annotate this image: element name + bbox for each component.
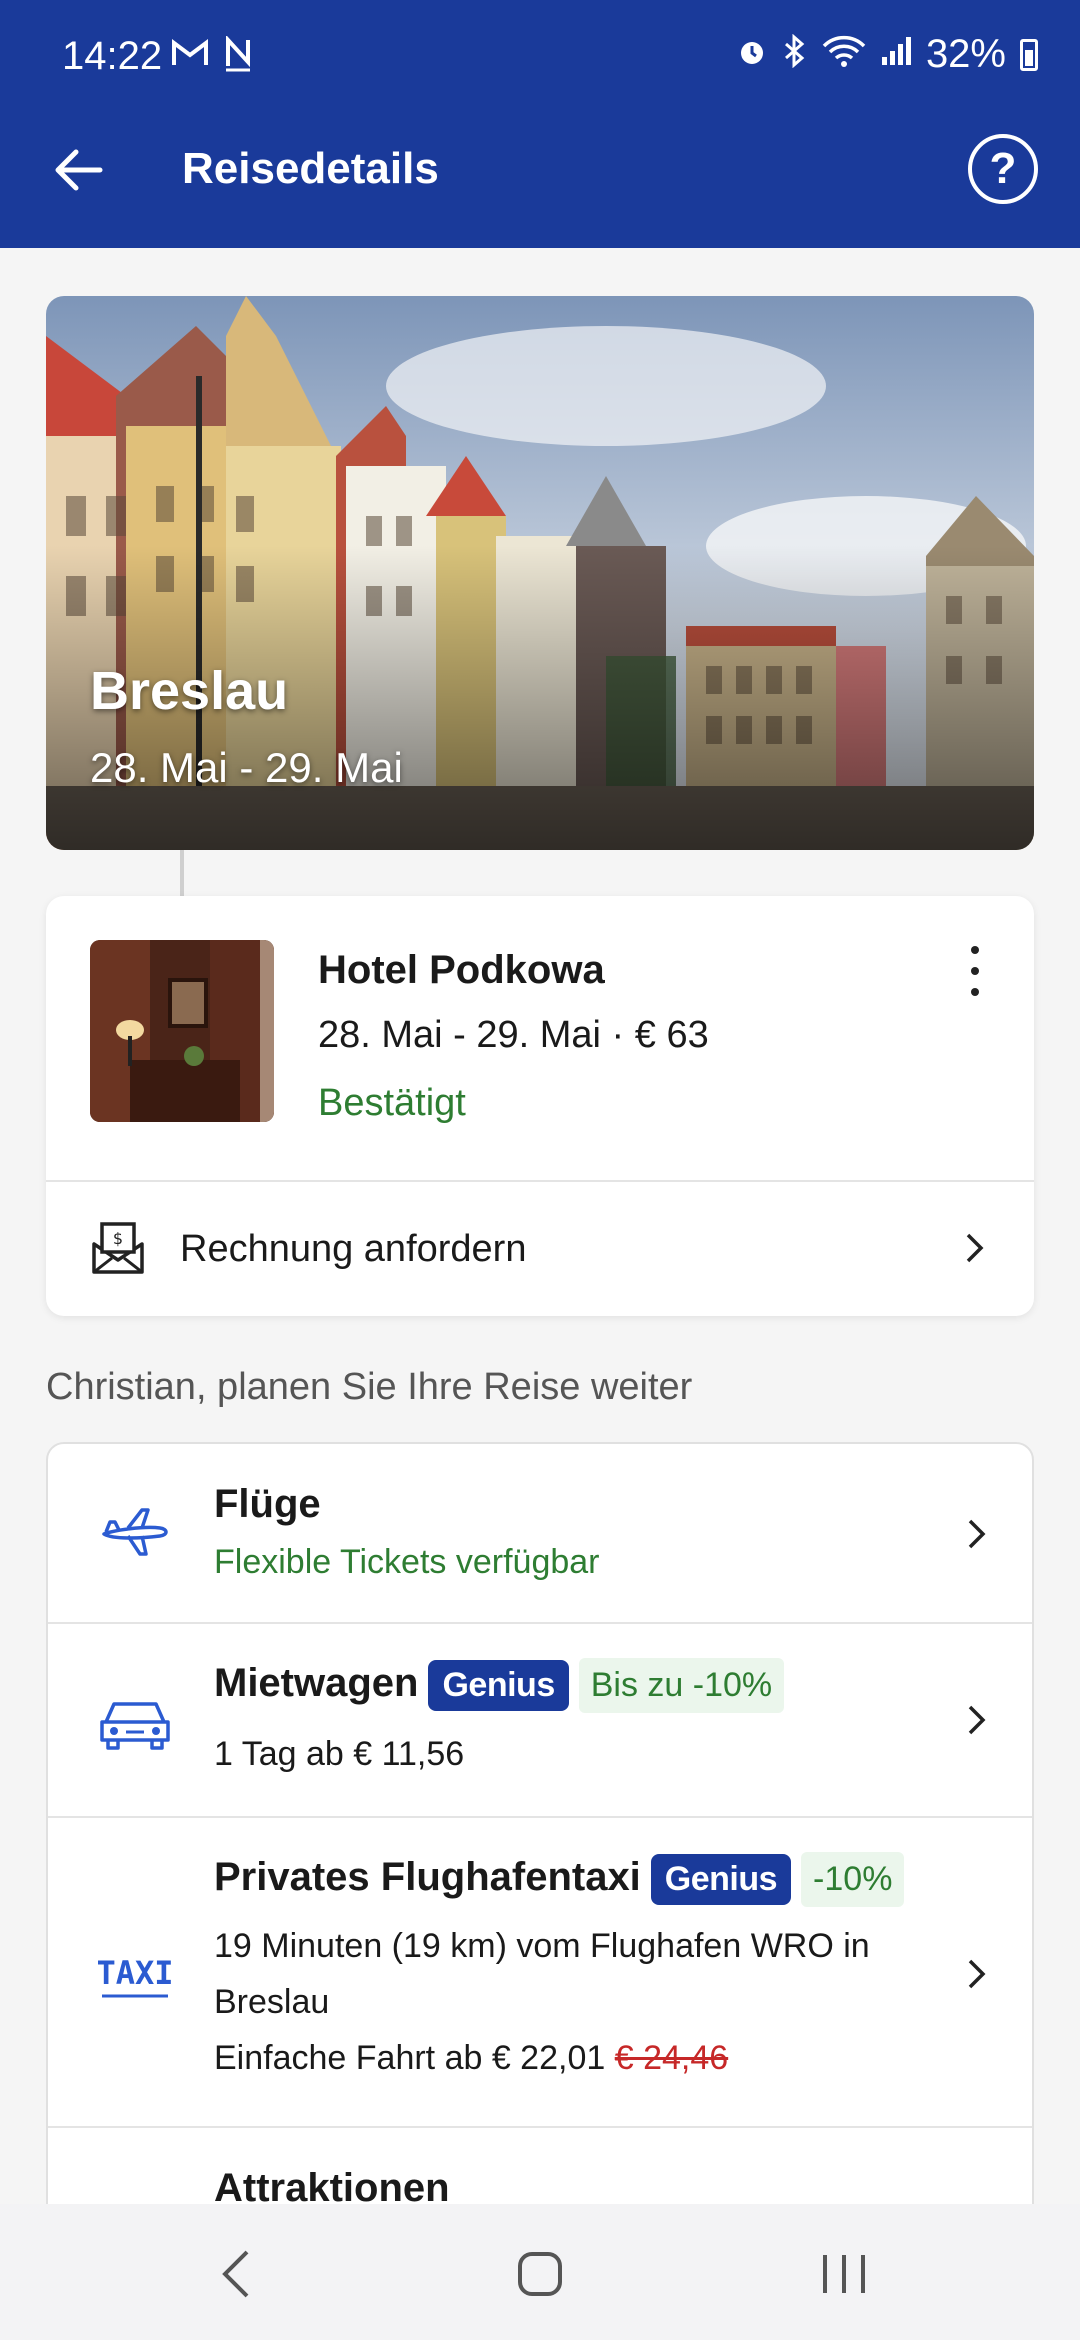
timeline-connector [180, 850, 184, 896]
gmail-icon [170, 36, 210, 81]
airport-taxi-route-line2: Breslau [214, 1983, 330, 2021]
chevron-right-icon [962, 1514, 992, 1554]
chevron-right-icon [962, 1954, 992, 1994]
flights-subtitle: Flexible Tickets verfügbar [214, 1543, 600, 1581]
question-mark-icon: ? [989, 144, 1017, 193]
chevron-right-icon [962, 1700, 992, 1740]
nav-back-button[interactable] [196, 2244, 276, 2304]
battery-icon [1020, 38, 1038, 71]
airport-taxi-price-row: Einfache Fahrt ab € 22,01 € 24,46 [214, 2030, 728, 2086]
page-title: Reisedetails [182, 144, 439, 193]
airport-taxi-old-price: € 24,46 [614, 2039, 729, 2077]
request-invoice-row[interactable]: $ Rechnung anfordern [46, 1182, 1034, 1316]
status-left-icons [170, 34, 252, 81]
plane-icon [98, 1506, 172, 1566]
airport-taxi-title: Privates Flughafentaxi [214, 1855, 641, 1900]
wifi-icon [822, 34, 866, 76]
hero-trip-dates: 28. Mai - 29. Mai [90, 744, 403, 791]
app-bar: Reisedetails ? [0, 114, 1080, 248]
svg-text:$: $ [113, 1229, 123, 1248]
discount-tag: -10% [801, 1852, 905, 1907]
signal-icon [880, 35, 912, 75]
nav-back-icon [222, 2250, 249, 2298]
airport-taxi-price: Einfache Fahrt ab € 22,01 [214, 2039, 606, 2077]
hero-city-name: Breslau [90, 661, 289, 721]
header: 14:22 32% Reisedetails ? [0, 0, 1080, 248]
kebab-dot [971, 967, 979, 975]
status-bar: 14:22 32% [0, 0, 1080, 114]
genius-badge: Genius [428, 1660, 569, 1711]
arrow-left-icon [55, 149, 103, 191]
nav-home-icon [518, 2252, 562, 2296]
alarm-icon [736, 35, 768, 75]
hotel-name[interactable]: Hotel Podkowa [318, 948, 605, 993]
destination-hero[interactable]: Breslau 28. Mai - 29. Mai [46, 296, 1034, 850]
system-nav-bar [0, 2204, 1080, 2340]
car-rental-subtitle: 1 Tag ab € 11,56 [214, 1735, 465, 1773]
battery-percent: 32% [925, 32, 1006, 76]
car-icon [98, 1692, 172, 1752]
taxi-icon: TAXI [98, 1944, 172, 2004]
nav-recents-button[interactable] [804, 2244, 884, 2304]
status-time: 14:22 [62, 34, 163, 78]
list-item-car-rental[interactable]: Mietwagen Genius Bis zu -10% 1 Tag ab € 11… [48, 1624, 1032, 1818]
more-options-button[interactable] [960, 946, 990, 996]
chevron-right-icon [960, 1228, 990, 1268]
back-button[interactable] [46, 138, 110, 202]
list-item-flights[interactable]: Flüge Flexible Tickets verfügbar [48, 1444, 1032, 1624]
nav-home-button[interactable] [500, 2244, 580, 2304]
taxi-icon-text: TAXI [98, 1954, 172, 1992]
airport-taxi-route-line1: 19 Minuten (19 km) vom Flughafen WRO in [214, 1927, 870, 1965]
hotel-dates-price: 28. Mai - 29. Mai · € 63 [318, 1014, 709, 1056]
bluetooth-icon [782, 33, 808, 76]
booking-status: Bestätigt [318, 1082, 466, 1124]
genius-badge: Genius [650, 1854, 792, 1905]
nav-recents-icon [823, 2255, 865, 2293]
kebab-dot [971, 946, 979, 954]
list-item-airport-taxi[interactable]: TAXI Privates Flughafentaxi Genius -10% 19… [48, 1818, 1032, 2128]
plan-section-heading: Christian, planen Sie Ihre Reise weiter [46, 1366, 693, 1408]
hotel-thumbnail[interactable] [90, 940, 274, 1122]
help-button[interactable]: ? [968, 134, 1038, 204]
status-right: 32% [736, 32, 1038, 77]
kebab-dot [971, 988, 979, 996]
discount-tag: Bis zu -10% [578, 1658, 785, 1713]
car-rental-title: Mietwagen [214, 1661, 419, 1706]
airport-taxi-title-row: Privates Flughafentaxi Genius -10% [214, 1852, 905, 1907]
flights-title: Flüge [214, 1482, 321, 1526]
hotel-booking-card: Hotel Podkowa 28. Mai - 29. Mai · € 63 B… [46, 896, 1034, 1316]
car-rental-title-row: Mietwagen Genius Bis zu -10% [214, 1658, 785, 1713]
invoice-envelope-icon: $ [90, 1220, 146, 1276]
notification-n-icon [224, 34, 252, 81]
request-invoice-label: Rechnung anfordern [180, 1228, 527, 1270]
